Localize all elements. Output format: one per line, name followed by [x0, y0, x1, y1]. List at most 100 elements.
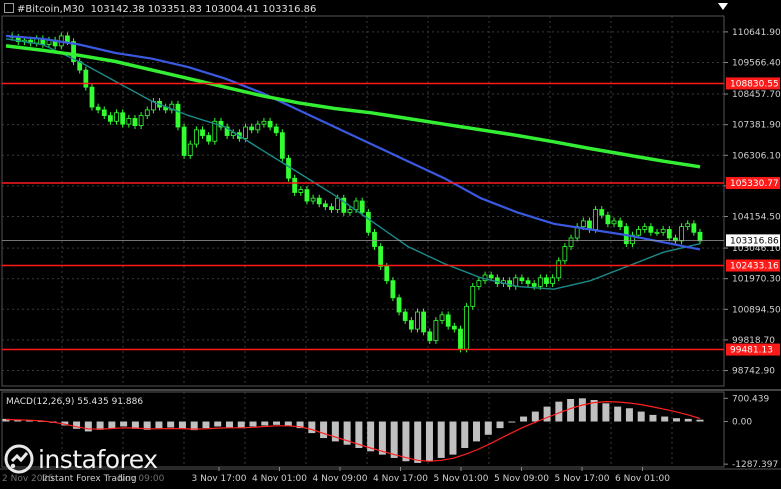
symbol-label: #Bitcoin,M30: [17, 4, 85, 15]
candle-body: [402, 311, 408, 321]
ma-slow-line: [5, 44, 701, 169]
candle-body: [273, 126, 279, 134]
candle-body: [114, 112, 119, 122]
macd-bar: [414, 421, 422, 463]
macd-bar: [461, 421, 469, 449]
candle-body: [378, 246, 384, 267]
candle-body: [249, 126, 255, 131]
candle-body: [439, 314, 445, 321]
price-axis-label: 109566.40: [732, 58, 781, 68]
macd-bar: [308, 421, 316, 434]
candle-body: [445, 314, 451, 327]
macd-bar: [496, 421, 504, 429]
candle-body: [531, 283, 537, 287]
time-axis-label: 5 Nov 09:00: [494, 474, 549, 484]
macd-bar: [249, 421, 257, 427]
level-price-label: 99481.13: [730, 346, 773, 356]
macd-bar: [425, 421, 433, 462]
candle-body: [187, 143, 193, 156]
candle-body: [329, 206, 334, 210]
time-axis-label: 5 Nov 17:00: [555, 474, 610, 484]
candle-body: [648, 226, 654, 233]
candle-body: [488, 274, 494, 279]
time-axis-label: 4 Nov 01:00: [252, 474, 307, 484]
candle-body: [255, 123, 261, 131]
candle-body: [415, 311, 420, 330]
candle-body: [353, 200, 359, 210]
candle-body: [544, 277, 549, 284]
candle-body: [200, 129, 205, 136]
macd-bar: [437, 421, 445, 458]
macd-axis-label: 700.439: [732, 394, 769, 404]
candle-body: [593, 209, 598, 230]
candle-body: [458, 328, 463, 350]
macd-bar: [602, 403, 610, 422]
macd-axis-label: 0.00: [732, 418, 752, 428]
macd-bar: [672, 418, 680, 422]
candle-body: [642, 226, 648, 230]
macd-bar: [378, 421, 386, 455]
macd-bar: [120, 421, 128, 427]
macd-bar: [402, 421, 410, 462]
candle-body: [335, 197, 341, 210]
candle-body: [279, 132, 285, 159]
candle-body: [550, 277, 556, 284]
candle-body: [537, 277, 543, 287]
current-price-label: 103316.86: [730, 236, 779, 246]
time-axis-label: 4 Nov 09:00: [313, 474, 368, 484]
macd-bar: [390, 421, 398, 458]
candle-body: [298, 189, 304, 193]
candle-body: [556, 260, 562, 279]
candle-body: [562, 246, 568, 262]
candle-body: [605, 214, 611, 225]
time-axis-label: 6 Nov 01:00: [615, 474, 670, 484]
macd-bar: [567, 398, 575, 422]
macd-bar: [449, 421, 457, 455]
candle-body: [372, 231, 377, 247]
candle-body: [660, 229, 666, 233]
macd-bar: [684, 418, 692, 422]
candle-body: [65, 35, 70, 43]
candle-body: [83, 69, 89, 88]
candle-body: [95, 106, 101, 111]
scroll-end-arrow-icon[interactable]: [718, 3, 728, 10]
candle-body: [617, 220, 623, 228]
candle-body: [138, 115, 144, 126]
macd-bar: [225, 421, 233, 428]
macd-bar: [320, 421, 328, 439]
macd-bar: [484, 421, 492, 435]
level-price-label: 102433.16: [730, 262, 779, 272]
macd-bar: [543, 406, 551, 422]
macd-bar: [649, 414, 657, 422]
candle-body: [243, 126, 248, 139]
candle-body: [292, 177, 298, 193]
macd-bar: [214, 421, 222, 427]
candle-body: [193, 129, 199, 145]
candle-body: [261, 120, 267, 125]
candle-body: [679, 226, 684, 242]
candle-body: [365, 211, 371, 233]
chart-menu-icon[interactable]: [4, 3, 14, 13]
macd-bar: [202, 421, 210, 429]
candle-body: [666, 229, 672, 239]
level-price-label: 105330.77: [730, 179, 779, 189]
ohlc-values: 103142.38 103351.83 103004.41 103316.86: [90, 4, 317, 15]
candle-body: [421, 311, 427, 333]
candle-body: [599, 209, 605, 216]
price-axis-label: 98742.90: [732, 367, 775, 377]
instaforex-logo-icon: [4, 444, 34, 474]
macd-bar: [578, 398, 586, 422]
candle-body: [316, 197, 322, 205]
candle-body: [519, 277, 525, 282]
candle-body: [175, 103, 181, 128]
macd-bar: [531, 411, 539, 422]
macd-bar: [661, 416, 669, 422]
price-chart[interactable]: 110641.90 109566.40 108457.70 107381.90 1063…: [0, 0, 781, 489]
candle-body: [181, 126, 187, 156]
candle-body: [267, 120, 273, 128]
candle-body: [433, 320, 439, 341]
macd-bar: [108, 421, 116, 429]
candle-body: [525, 280, 531, 284]
price-axis-label: 104154.50: [732, 213, 781, 223]
candle-body: [685, 223, 691, 228]
